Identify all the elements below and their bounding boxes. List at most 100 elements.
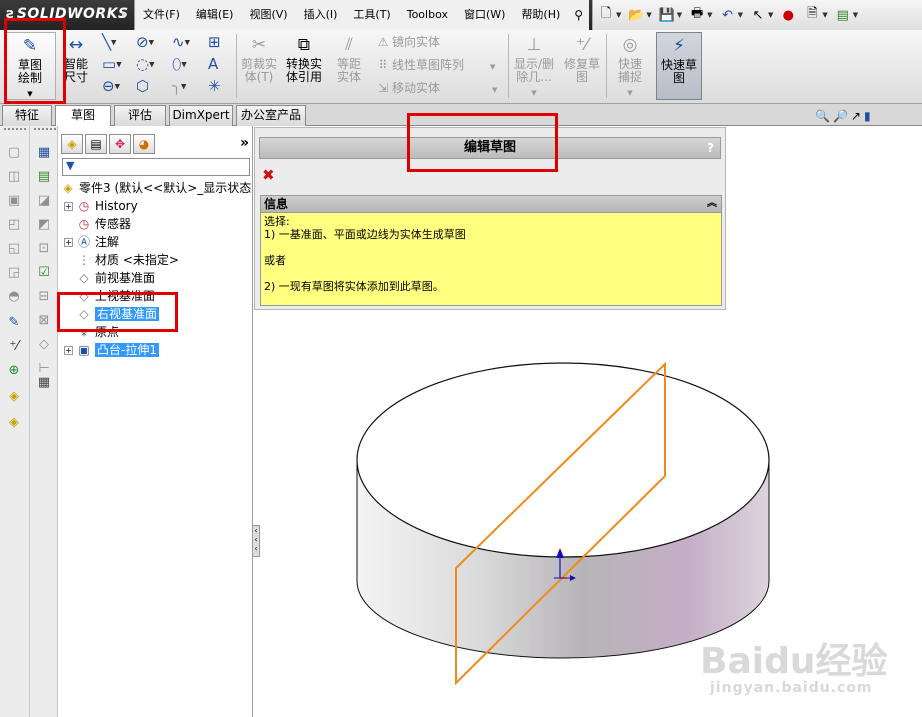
chevron-down-icon[interactable]: ▼ xyxy=(492,86,497,94)
view-orient-icon[interactable]: ⊠ xyxy=(35,312,53,330)
file-properties-icon[interactable]: 🗎 xyxy=(803,6,821,24)
open-folder-icon[interactable]: 📂 xyxy=(627,6,645,24)
print-icon[interactable]: 🖶 xyxy=(688,6,706,24)
sweep-icon[interactable]: ▣ xyxy=(5,192,23,210)
sketch-edit-icon[interactable]: ✎ xyxy=(5,314,23,332)
chevron-down-icon[interactable]: ▼ xyxy=(646,11,651,19)
zoom-area-icon[interactable]: 🔎 xyxy=(833,109,848,123)
undo-icon[interactable]: ↶ xyxy=(719,6,737,24)
zoom-to-fit-icon[interactable]: 🔍 xyxy=(815,109,830,123)
chevron-down-icon[interactable]: ▼ xyxy=(116,61,121,69)
point-tool[interactable]: ✳ xyxy=(208,76,238,96)
trim-button[interactable]: ✂ 剪裁实体(T) xyxy=(238,32,280,100)
toolbar-grip[interactable] xyxy=(4,128,26,132)
rectangle-tool[interactable]: ▭▼ xyxy=(102,54,132,74)
tab-evaluate[interactable]: 评估 xyxy=(114,105,166,126)
part-icon[interactable]: ◈ xyxy=(5,388,23,406)
assembly-icon[interactable]: ◈ xyxy=(5,414,23,432)
loft-icon[interactable]: ◰ xyxy=(5,216,23,234)
menu-file[interactable]: 文件(F) xyxy=(135,0,188,30)
fillet-feature-icon[interactable]: ◓ xyxy=(5,288,23,306)
collapse-chevron-icon[interactable]: ︽ xyxy=(707,196,717,212)
chevron-down-icon[interactable]: ▼ xyxy=(616,11,621,19)
chevron-down-icon[interactable]: ▼ xyxy=(181,83,186,91)
layer-icon[interactable]: ▤ xyxy=(35,168,53,186)
new-document-icon[interactable]: 🗋 xyxy=(597,6,615,24)
fillet-tool[interactable]: ╮▼ xyxy=(172,76,202,96)
expand-icon[interactable]: + xyxy=(64,202,73,211)
shaded-icon[interactable]: ◪ xyxy=(35,192,53,210)
chevron-down-icon[interactable]: ▼ xyxy=(490,63,495,71)
extrude-cut-icon[interactable]: ◱ xyxy=(5,240,23,258)
info-section-header[interactable]: 信息 ︽ xyxy=(260,195,722,213)
menu-view[interactable]: 视图(V) xyxy=(241,0,295,30)
tab-features[interactable]: 特征 xyxy=(2,105,52,126)
grid-snap-tool[interactable]: ⊞ xyxy=(208,32,238,52)
close-icon[interactable]: ✖ xyxy=(262,166,275,184)
expand-icon[interactable]: + xyxy=(64,346,73,355)
chevron-down-icon[interactable]: ▼ xyxy=(181,61,186,69)
tree-item-annotations[interactable]: + Ⓐ 注解 xyxy=(64,233,119,251)
menu-tools[interactable]: 工具(T) xyxy=(345,0,398,30)
slot-tool[interactable]: ⊖▼ xyxy=(102,76,132,96)
chevron-down-icon[interactable]: ▼ xyxy=(768,11,773,19)
chevron-down-icon[interactable]: ▼ xyxy=(822,11,827,19)
tab-dimxpert[interactable]: DimXpert xyxy=(169,105,233,126)
circle-tool[interactable]: ⊘▼ xyxy=(136,32,166,52)
tree-item-material[interactable]: ⋮ 材质 <未指定> xyxy=(76,251,179,269)
extrude-boss-icon[interactable]: ▢ xyxy=(5,144,23,162)
panel-splitter-handle[interactable]: ‹ ‹ ‹ xyxy=(252,525,260,557)
spline-tool[interactable]: ∿▼ xyxy=(172,32,202,52)
grid-strip-icon[interactable]: ▦ xyxy=(35,374,53,392)
mirror-entities-button[interactable]: ⚠ 镜向实体 xyxy=(374,32,440,52)
options-icon[interactable]: ▤ xyxy=(834,6,852,24)
cylinder-body[interactable] xyxy=(356,362,770,659)
chevron-down-icon[interactable]: ▼ xyxy=(853,11,858,19)
tree-item-sensors[interactable]: ◷ 传感器 xyxy=(76,215,131,233)
line-tool[interactable]: ╲▼ xyxy=(102,32,132,52)
tab-sketch[interactable]: 草图 xyxy=(55,105,111,127)
tree-item-boss-extrude[interactable]: + ▣ 凸台-拉伸1 xyxy=(64,341,159,359)
hide-lines-icon[interactable]: ⊟ xyxy=(35,288,53,306)
revolve-boss-icon[interactable]: ◫ xyxy=(5,168,23,186)
chevron-right-icon[interactable]: » xyxy=(240,135,249,151)
rapid-sketch-button[interactable]: ⚡ 快速草图 xyxy=(656,32,702,100)
menu-toolbox[interactable]: Toolbox xyxy=(399,0,456,30)
tree-root-part[interactable]: ◈ 零件3 (默认<<默认>_显示状态 xyxy=(60,179,251,197)
arc-tool[interactable]: ◌▼ xyxy=(136,54,166,74)
save-icon[interactable]: 💾 xyxy=(658,6,676,24)
repair-sketch-button[interactable]: ⁺⁄ 修复草图 xyxy=(560,32,604,100)
menu-help[interactable]: 帮助(H) xyxy=(513,0,568,30)
property-manager-tab-icon[interactable]: ▤ xyxy=(85,134,107,154)
offset-entities-button[interactable]: ⫽ 等距实体 xyxy=(328,32,370,100)
rebuild-traffic-light-icon[interactable]: ● xyxy=(779,6,797,24)
relations-strip-icon[interactable]: ⊕ xyxy=(5,362,23,380)
toolbar-grip[interactable] xyxy=(34,128,56,132)
feature-tree-tab-icon[interactable]: ◈ xyxy=(61,134,83,154)
convert-entities-button[interactable]: ⧉ 转换实体引用 xyxy=(282,32,326,100)
chevron-down-icon[interactable]: ▼ xyxy=(185,39,190,47)
chevron-down-icon[interactable]: ▼ xyxy=(510,87,558,100)
tree-item-history[interactable]: + ◷ History xyxy=(64,197,138,215)
previous-view-icon[interactable]: ↗ xyxy=(851,109,861,123)
select-arrow-icon[interactable]: ↖ xyxy=(749,6,767,24)
tree-item-front-plane[interactable]: ◇ 前视基准面 xyxy=(76,269,155,287)
chevron-down-icon[interactable]: ▼ xyxy=(738,11,743,19)
check-sketch-icon[interactable]: ☑ xyxy=(35,264,53,282)
section-view-icon[interactable]: ▮ xyxy=(864,109,871,123)
table-icon[interactable]: ▦ xyxy=(35,144,53,162)
tree-filter-input[interactable]: ▼ xyxy=(62,158,250,176)
polygon-tool[interactable]: ⬡ xyxy=(136,76,166,96)
menu-insert[interactable]: 插入(I) xyxy=(296,0,346,30)
text-tool[interactable]: A xyxy=(208,54,238,74)
chevron-down-icon[interactable]: ▼ xyxy=(677,11,682,19)
quick-snaps-button[interactable]: ◎ 快速捕捉 ▼ xyxy=(608,32,652,100)
chevron-down-icon[interactable]: ▼ xyxy=(115,83,120,91)
chevron-down-icon[interactable]: ▼ xyxy=(149,39,154,47)
chevron-down-icon[interactable]: ▼ xyxy=(608,87,652,100)
display-manager-tab-icon[interactable]: ◕ xyxy=(133,134,155,154)
wireframe-icon[interactable]: ◩ xyxy=(35,216,53,234)
expand-icon[interactable]: + xyxy=(64,238,73,247)
plane-strip-icon[interactable]: ◇ xyxy=(35,336,53,354)
menu-edit[interactable]: 编辑(E) xyxy=(188,0,242,30)
